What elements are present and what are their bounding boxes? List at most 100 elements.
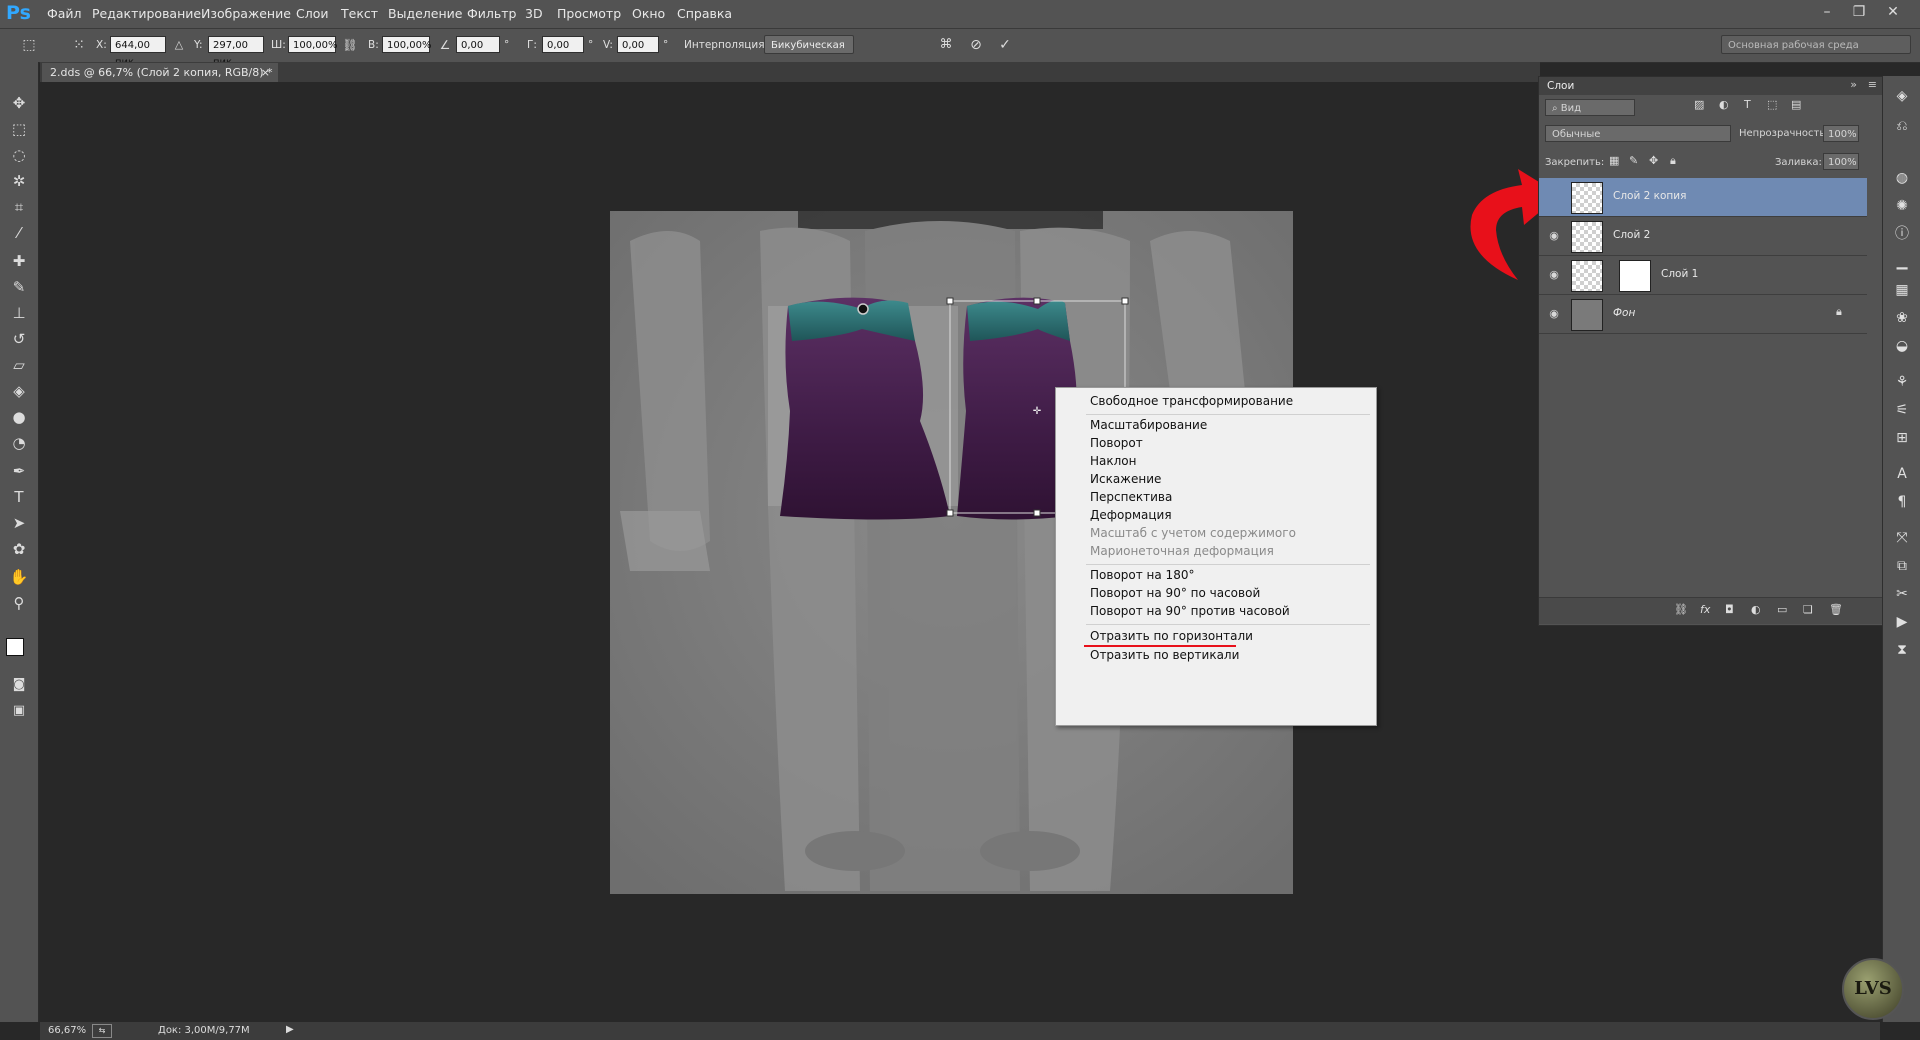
visibility-eye-icon[interactable]: ◉ (1547, 307, 1561, 321)
reference-point-icon[interactable]: ⁙ (70, 36, 88, 54)
foreground-color-swatch[interactable] (6, 638, 24, 656)
link-layers-icon[interactable]: ⛓ (1674, 603, 1688, 616)
width-field[interactable]: 100,00% (288, 36, 338, 53)
filter-shape-icon[interactable]: ⬚ (1767, 98, 1777, 111)
layer-style-icon[interactable]: fx (1700, 603, 1710, 616)
lock-position-icon[interactable]: ✥ (1649, 154, 1658, 167)
swatches-panel-icon[interactable]: ▦ (1892, 280, 1912, 300)
warp-mode-icon[interactable]: ⌘ (937, 36, 955, 54)
healing-brush-tool-icon[interactable]: ✚ (8, 250, 30, 272)
filter-type-icon[interactable]: T (1744, 98, 1751, 111)
tab-close-icon[interactable]: × (261, 63, 270, 82)
blur-tool-icon[interactable]: ● (8, 406, 30, 428)
properties-panel-icon[interactable]: ⧗ (1892, 640, 1912, 660)
collapse-icon[interactable]: » (1850, 78, 1857, 91)
eyedropper-tool-icon[interactable]: ⁄ (8, 222, 30, 244)
layer-row-layer2-copy[interactable]: Слой 2 копия (1539, 178, 1867, 217)
relative-position-icon[interactable]: △ (170, 36, 188, 54)
fill-field[interactable]: 100% (1823, 153, 1859, 170)
stamp-tool-icon[interactable]: ⊥ (8, 302, 30, 324)
crop-tool-icon[interactable]: ⌗ (8, 196, 30, 218)
delete-layer-icon[interactable]: 🗑︎ (1829, 603, 1843, 616)
x-field[interactable]: 644,00 пик (110, 36, 166, 68)
layers-panel-icon[interactable]: ◈ (1892, 86, 1912, 106)
zoom-tool-icon[interactable]: ⚲ (8, 592, 30, 614)
navigator-panel-icon[interactable]: ◒ (1892, 336, 1912, 356)
add-mask-icon[interactable]: ◘ (1725, 603, 1734, 616)
paragraph-panel-icon[interactable]: ¶ (1892, 492, 1912, 512)
menu-free-transform[interactable]: Свободное трансформирование (1090, 394, 1293, 408)
document-tab[interactable]: 2.dds @ 66,7% (Слой 2 копия, RGB/8) * × (42, 63, 278, 82)
layer-row-layer2[interactable]: ◉ Слой 2 (1539, 217, 1867, 256)
paint-bucket-tool-icon[interactable]: ◈ (8, 380, 30, 402)
workspace-select[interactable]: Основная рабочая среда (1721, 35, 1911, 54)
menu-3d[interactable]: 3D (525, 6, 543, 21)
minimize-icon[interactable]: – (1814, 2, 1840, 22)
menu-select[interactable]: Выделение (388, 6, 462, 21)
hskew-field[interactable]: 0,00 (542, 36, 584, 53)
magic-wand-tool-icon[interactable]: ✲ (8, 170, 30, 192)
lock-transparency-icon[interactable]: ▦ (1609, 154, 1619, 167)
height-field[interactable]: 100,00% (382, 36, 432, 53)
status-icon[interactable]: ⇆ (92, 1024, 112, 1038)
restore-icon[interactable]: ❐ (1846, 2, 1872, 22)
quick-mask-icon[interactable]: ◙ (8, 674, 30, 696)
brush-tool-icon[interactable]: ✎ (8, 276, 30, 298)
y-field[interactable]: 297,00 пик (208, 36, 264, 68)
eraser-tool-icon[interactable]: ▱ (8, 354, 30, 376)
pen-tool-icon[interactable]: ✒ (8, 460, 30, 482)
cancel-transform-icon[interactable]: ⊘ (967, 36, 985, 54)
layer-row-layer1[interactable]: ◉ Слой 1 (1539, 256, 1867, 295)
screen-mode-icon[interactable]: ▣ (8, 700, 30, 722)
shape-tool-icon[interactable]: ✿ (8, 538, 30, 560)
tools-panel-icon[interactable]: ✂ (1892, 584, 1912, 604)
info-panel-icon[interactable]: ⓘ (1892, 224, 1912, 244)
angle-field[interactable]: 0,00 (456, 36, 500, 53)
filter-adjustment-icon[interactable]: ◐ (1719, 98, 1729, 111)
menu-layers[interactable]: Слои (296, 6, 329, 21)
dodge-tool-icon[interactable]: ◔ (8, 432, 30, 454)
filter-pixel-icon[interactable]: ▨ (1694, 98, 1704, 111)
menu-window[interactable]: Окно (632, 6, 665, 21)
channels-panel-icon[interactable]: ⧉ (1892, 556, 1912, 576)
actions-panel-icon[interactable]: ▶ (1892, 612, 1912, 632)
new-layer-icon[interactable]: ❏ (1803, 603, 1813, 616)
panel-menu-icon[interactable]: ≡ (1868, 78, 1877, 91)
hand-tool-icon[interactable]: ✋ (8, 566, 30, 588)
styles-panel-icon[interactable]: ❀ (1892, 308, 1912, 328)
lock-pixels-icon[interactable]: ✎ (1629, 154, 1638, 167)
opacity-field[interactable]: 100% (1823, 125, 1859, 142)
adjustments-panel-icon[interactable]: ✺ (1892, 196, 1912, 216)
close-icon[interactable]: ✕ (1880, 2, 1906, 22)
character-panel-icon[interactable]: A (1892, 464, 1912, 484)
history-brush-tool-icon[interactable]: ↺ (8, 328, 30, 350)
marquee-tool-icon[interactable]: ⬚ (8, 118, 30, 140)
transform-tool-icon[interactable]: ⬚ (20, 36, 38, 54)
interpolation-select[interactable]: Бикубическая (764, 35, 854, 54)
menu-warp[interactable]: Деформация (1090, 508, 1172, 522)
layers-panel-title[interactable]: Слои (1547, 80, 1574, 92)
brush-panel-icon[interactable]: ⚘ (1892, 372, 1912, 392)
adjustment-layer-icon[interactable]: ◐ (1751, 603, 1761, 616)
lasso-tool-icon[interactable]: ◌ (8, 144, 30, 166)
layer-mask-thumbnail[interactable] (1619, 260, 1651, 292)
histogram-panel-icon[interactable]: ▁ (1892, 252, 1912, 272)
zoom-level[interactable]: 66,67% (48, 1025, 86, 1036)
layer-filter-select[interactable]: ⌕ Вид (1545, 99, 1635, 116)
menu-rotate-180[interactable]: Поворот на 180° (1090, 568, 1194, 582)
menu-rotate-90-cw[interactable]: Поворот на 90° по часовой (1090, 586, 1260, 600)
lock-all-icon[interactable]: 🔒︎ (1670, 154, 1676, 168)
menu-text[interactable]: Текст (341, 6, 378, 21)
menu-rotate[interactable]: Поворот (1090, 436, 1143, 450)
filter-smart-icon[interactable]: ▤ (1791, 98, 1801, 111)
menu-help[interactable]: Справка (677, 6, 732, 21)
blend-mode-select[interactable]: Обычные (1545, 125, 1731, 142)
type-tool-icon[interactable]: T (8, 486, 30, 508)
visibility-eye-icon[interactable]: ◉ (1547, 229, 1561, 243)
status-menu-arrow-icon[interactable]: ▶ (286, 1024, 294, 1035)
menu-flip-horizontal[interactable]: Отразить по горизонтали (1090, 629, 1253, 643)
link-icon[interactable]: ⛓ (341, 36, 359, 54)
paths-panel-icon[interactable]: ⤧ (1892, 528, 1912, 548)
path-selection-tool-icon[interactable]: ➤ (8, 512, 30, 534)
menu-perspective[interactable]: Перспектива (1090, 490, 1172, 504)
